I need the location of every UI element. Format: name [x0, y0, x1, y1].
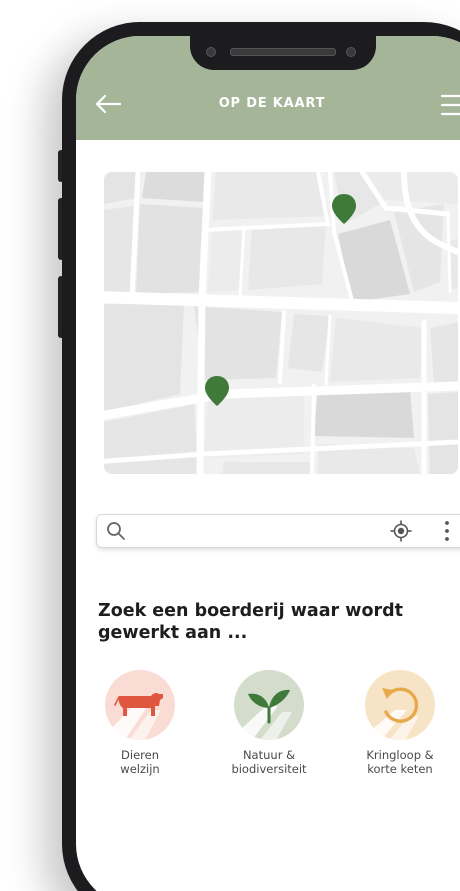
- section-heading: Zoek een boerderij waar wordt gewerkt aa…: [98, 601, 403, 643]
- more-options-icon[interactable]: [443, 520, 451, 542]
- search-input[interactable]: [133, 519, 397, 543]
- category-label: Dieren welzijn: [120, 748, 160, 776]
- category-badge: [365, 670, 435, 740]
- phone-screen: OP DE KAART Zoek een boerderij waar word…: [76, 36, 460, 891]
- page: OP DE KAART Zoek een boerderij waar word…: [0, 0, 460, 891]
- cycle-icon: [365, 687, 419, 740]
- map-view[interactable]: [104, 172, 458, 474]
- sprout-icon: [234, 689, 292, 740]
- cow-icon: [105, 692, 163, 740]
- category-label: Natuur & biodiversiteit: [231, 748, 307, 776]
- search-icon[interactable]: [106, 521, 126, 541]
- my-location-icon[interactable]: [390, 520, 412, 542]
- category-kringloop-korte-keten[interactable]: Kringloop & korte keten: [340, 670, 460, 776]
- category-natuur-biodiversiteit[interactable]: Natuur & biodiversiteit: [209, 670, 329, 776]
- map-search-bar[interactable]: [96, 514, 460, 548]
- category-dieren-welzijn[interactable]: Dieren welzijn: [80, 670, 200, 776]
- category-badge: [105, 670, 175, 740]
- category-badge: [234, 670, 304, 740]
- app-header: OP DE KAART: [76, 36, 460, 140]
- map-canvas[interactable]: [104, 172, 458, 474]
- sensor-dot: [346, 47, 356, 57]
- speaker-grille: [230, 48, 336, 56]
- hamburger-menu-icon[interactable]: [440, 92, 460, 118]
- category-label: Kringloop & korte keten: [366, 748, 434, 776]
- page-title: OP DE KAART: [218, 96, 326, 111]
- phone-notch: [190, 36, 376, 70]
- camera-dot: [206, 47, 216, 57]
